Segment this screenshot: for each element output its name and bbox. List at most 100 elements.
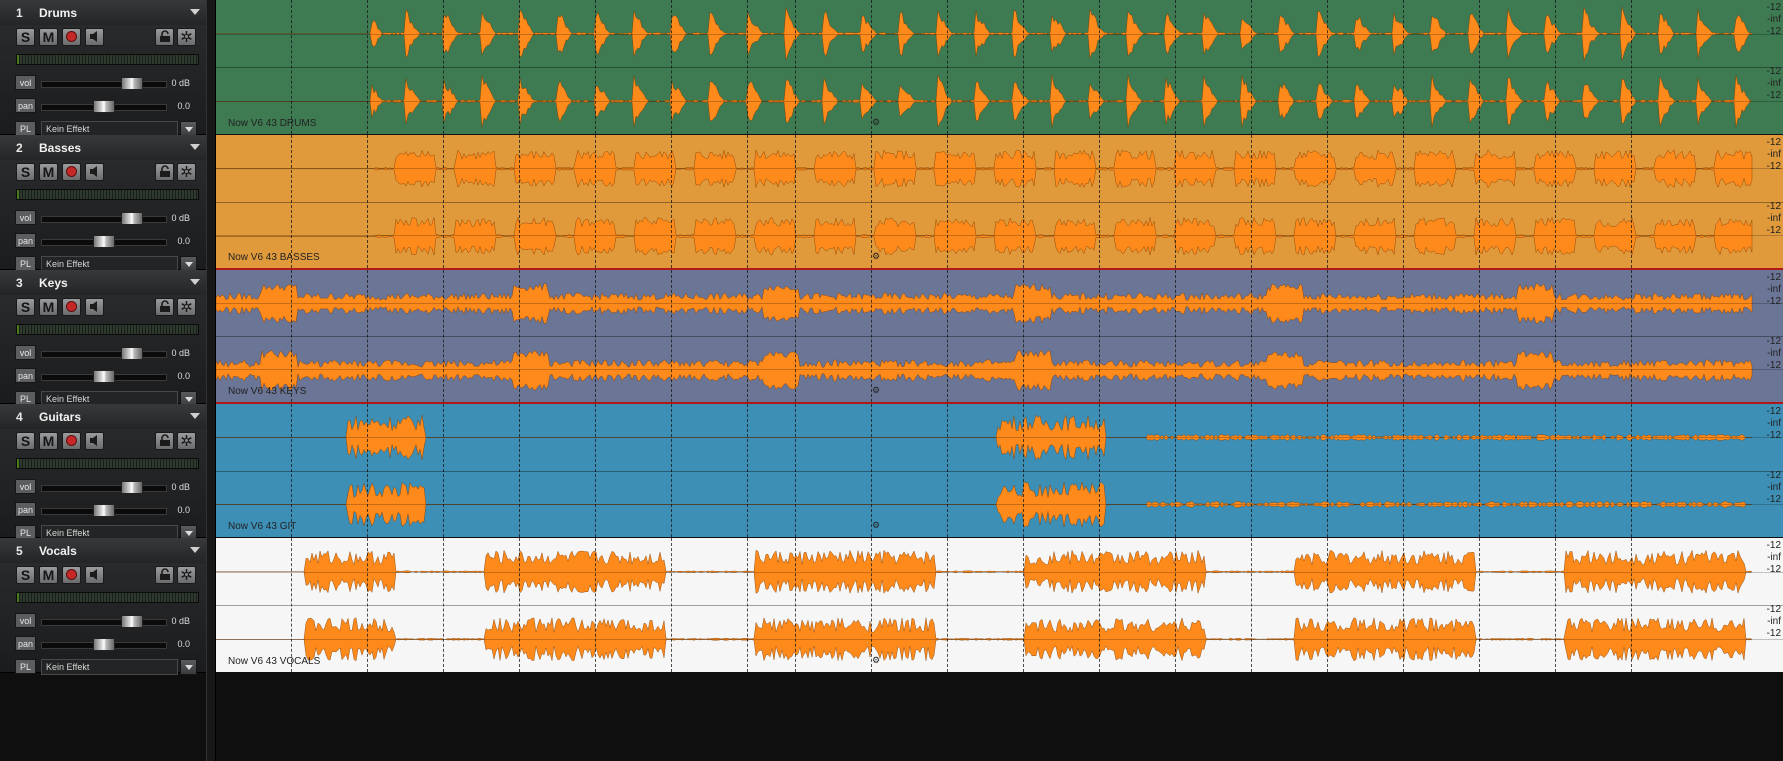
volume-slider-handle[interactable] (121, 347, 143, 360)
key-marker-icon[interactable]: ⚙ (872, 117, 880, 128)
audio-lane-vocals[interactable]: Now V6 43 VOCALS ⚙ -12 -inf -12 -12 -inf… (216, 538, 1783, 673)
track-name[interactable]: Drums (39, 6, 77, 20)
freeze-button[interactable] (177, 298, 196, 316)
freeze-button[interactable] (177, 432, 196, 450)
record-icon (67, 167, 76, 176)
pan-slider-handle[interactable] (93, 370, 115, 383)
pan-slider[interactable] (41, 235, 167, 248)
track-title-bar[interactable]: 1 Drums (0, 0, 206, 25)
track-title-bar[interactable]: 3 Keys (0, 270, 206, 295)
solo-button[interactable]: S (16, 28, 35, 46)
effect-dropdown-button[interactable] (180, 659, 197, 675)
chevron-down-icon[interactable] (190, 144, 200, 150)
solo-button[interactable]: S (16, 566, 35, 584)
audio-lane-basses[interactable]: Now V6 43 BASSES ⚙ -12 -inf -12 -12 -inf… (216, 135, 1783, 270)
track-title-bar[interactable]: 4 Guitars (0, 404, 206, 429)
effect-select[interactable]: Kein Effekt (41, 659, 178, 675)
key-marker-icon[interactable]: ⚙ (872, 385, 880, 396)
volume-slider-handle[interactable] (121, 481, 143, 494)
lock-button[interactable] (155, 432, 174, 450)
chevron-down-icon[interactable] (190, 279, 200, 285)
waveform[interactable] (216, 135, 1783, 270)
db-scale: -12 -inf -12 -12 -inf -12 (1757, 135, 1781, 268)
record-button[interactable] (62, 566, 81, 584)
track-header-guitars: 4 Guitars S M vol 0 dB pan 0.0 PL Kein E… (0, 404, 206, 541)
volume-slider[interactable] (41, 212, 167, 225)
volume-slider-handle[interactable] (121, 212, 143, 225)
solo-button[interactable]: S (16, 298, 35, 316)
track-header-keys: 3 Keys S M vol 0 dB pan 0.0 PL Kein Effe… (0, 270, 206, 407)
header-separator[interactable] (206, 0, 216, 761)
track-title-bar[interactable]: 5 Vocals (0, 538, 206, 563)
volume-value: 0 dB (171, 213, 190, 223)
mute-button[interactable]: M (39, 163, 58, 181)
mute-button[interactable]: M (39, 566, 58, 584)
record-button[interactable] (62, 298, 81, 316)
db-label-mid: -inf (1767, 482, 1781, 493)
channel-divider (216, 605, 1783, 606)
db-label-mid: -inf (1767, 149, 1781, 160)
lock-icon (159, 30, 170, 42)
audio-lane-guitars[interactable]: Now V6 43 GIT ⚙ -12 -inf -12 -12 -inf -1… (216, 404, 1783, 538)
lock-button[interactable] (155, 566, 174, 584)
pan-slider[interactable] (41, 370, 167, 383)
track-name[interactable]: Guitars (39, 410, 81, 424)
monitor-button[interactable] (85, 298, 104, 316)
key-marker-icon[interactable]: ⚙ (872, 520, 880, 531)
solo-button[interactable]: S (16, 163, 35, 181)
waveform[interactable] (216, 270, 1783, 404)
key-marker-icon[interactable]: ⚙ (872, 655, 880, 666)
monitor-button[interactable] (85, 28, 104, 46)
pan-slider[interactable] (41, 504, 167, 517)
key-marker-icon[interactable]: ⚙ (872, 251, 880, 262)
record-button[interactable] (62, 163, 81, 181)
clip-name: Now V6 43 DRUMS (228, 118, 317, 129)
snowflake-icon (181, 569, 192, 580)
snowflake-icon (181, 31, 192, 42)
db-label-mid: -inf (1767, 616, 1781, 627)
audio-lane-keys[interactable]: Now V6 43 KEYS ⚙ -12 -inf -12 -12 -inf -… (216, 270, 1783, 404)
audio-lane-drums[interactable]: Now V6 43 DRUMS ⚙ -12 -inf -12 -12 -inf … (216, 0, 1783, 135)
pan-slider-handle[interactable] (93, 638, 115, 651)
track-title-bar[interactable]: 2 Basses (0, 135, 206, 160)
monitor-button[interactable] (85, 163, 104, 181)
monitor-button[interactable] (85, 566, 104, 584)
freeze-button[interactable] (177, 566, 196, 584)
volume-value: 0 dB (171, 78, 190, 88)
channel-center-line (216, 100, 1783, 102)
mute-button[interactable]: M (39, 28, 58, 46)
chevron-down-icon[interactable] (190, 547, 200, 553)
chevron-down-icon[interactable] (190, 413, 200, 419)
record-button[interactable] (62, 432, 81, 450)
solo-button[interactable]: S (16, 432, 35, 450)
pan-slider-handle[interactable] (93, 100, 115, 113)
freeze-button[interactable] (177, 163, 196, 181)
pan-slider[interactable] (41, 638, 167, 651)
pan-slider[interactable] (41, 100, 167, 113)
pan-label: pan (15, 233, 36, 248)
db-label-bottom: -12 (1766, 225, 1781, 236)
channel-center-line (216, 503, 1783, 505)
db-scale: -12 -inf -12 -12 -inf -12 (1757, 0, 1781, 134)
volume-slider-handle[interactable] (121, 615, 143, 628)
lock-button[interactable] (155, 28, 174, 46)
volume-label: vol (15, 479, 36, 494)
monitor-button[interactable] (85, 432, 104, 450)
volume-slider[interactable] (41, 481, 167, 494)
track-name[interactable]: Basses (39, 141, 81, 155)
track-name[interactable]: Vocals (39, 544, 77, 558)
lock-button[interactable] (155, 298, 174, 316)
mute-button[interactable]: M (39, 432, 58, 450)
volume-slider-handle[interactable] (121, 77, 143, 90)
freeze-button[interactable] (177, 28, 196, 46)
pan-slider-handle[interactable] (93, 235, 115, 248)
mute-button[interactable]: M (39, 298, 58, 316)
volume-slider[interactable] (41, 615, 167, 628)
chevron-down-icon[interactable] (190, 9, 200, 15)
pan-slider-handle[interactable] (93, 504, 115, 517)
lock-button[interactable] (155, 163, 174, 181)
volume-slider[interactable] (41, 77, 167, 90)
record-button[interactable] (62, 28, 81, 46)
track-name[interactable]: Keys (39, 276, 68, 290)
volume-slider[interactable] (41, 347, 167, 360)
